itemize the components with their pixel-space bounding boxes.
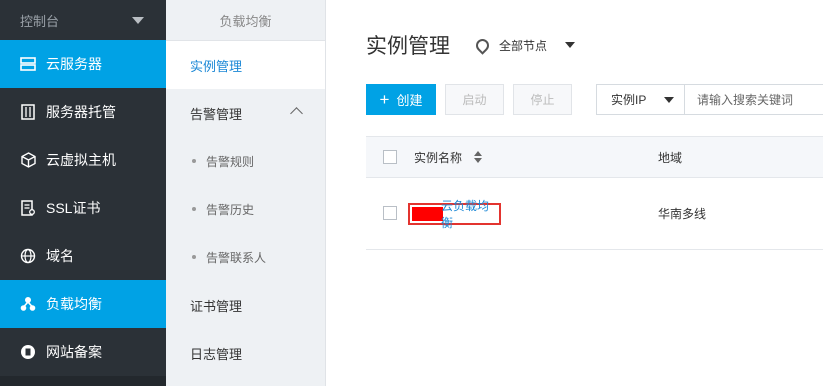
filter-select[interactable]: 实例IP bbox=[597, 85, 685, 114]
sub-nav-child-label: 告警历史 bbox=[206, 202, 255, 217]
table-header: 实例名称 地域 bbox=[366, 136, 823, 178]
create-label: 创建 bbox=[396, 93, 423, 108]
sub-nav-cert[interactable]: 证书管理 bbox=[166, 281, 325, 329]
sub-nav-child-label: 告警联系人 bbox=[206, 250, 267, 265]
redaction-block bbox=[412, 207, 443, 221]
search-input[interactable] bbox=[685, 91, 823, 108]
sort-icon[interactable] bbox=[474, 151, 483, 163]
console-title: 控制台 bbox=[20, 13, 60, 29]
globe-icon bbox=[20, 248, 36, 264]
sidebar-item-label: 负载均衡 bbox=[46, 296, 102, 312]
sidebar-item-virtual-host[interactable]: 云虚拟主机 bbox=[0, 136, 166, 184]
chevron-down-icon bbox=[565, 42, 576, 48]
sidebar-item-label: 域名 bbox=[46, 248, 74, 264]
sub-nav-alarm-contacts[interactable]: 告警联系人 bbox=[166, 233, 325, 281]
start-button[interactable]: 启动 bbox=[445, 84, 504, 115]
sub-nav-log[interactable]: 日志管理 bbox=[166, 329, 325, 377]
row-checkbox[interactable] bbox=[383, 206, 397, 220]
sidebar-item-label: SSL证书 bbox=[46, 200, 101, 216]
sidebar-item-label: 网站备案 bbox=[46, 344, 102, 360]
sidebar-item-domain[interactable]: 域名 bbox=[0, 232, 166, 280]
load-balancer-icon bbox=[20, 296, 36, 312]
sub-nav-alarm-label: 告警管理 bbox=[190, 106, 243, 122]
record-icon bbox=[20, 344, 36, 360]
main-content: 实例管理 全部节点 + 创建 启动 停止 实例IP 实例名称 地域 bbox=[326, 0, 823, 386]
cube-icon bbox=[20, 152, 36, 168]
location-label: 全部节点 bbox=[499, 38, 548, 53]
column-header-region: 地域 bbox=[658, 150, 683, 165]
location-selector[interactable]: 全部节点 bbox=[473, 35, 576, 55]
location-pin-icon bbox=[473, 35, 492, 55]
chevron-up-icon bbox=[290, 107, 303, 120]
sub-nav-instance[interactable]: 实例管理 bbox=[166, 41, 325, 89]
search-bar: 实例IP bbox=[596, 84, 823, 115]
sub-navigation: 负载均衡 实例管理 告警管理 告警规则 告警历史 告警联系人 证书管理 日志管理 bbox=[166, 0, 326, 386]
sidebar-item-cloud-server[interactable]: 云服务器 bbox=[0, 40, 166, 88]
table-row: 云负载均衡 华南多线 bbox=[366, 177, 823, 250]
select-all-checkbox[interactable] bbox=[383, 150, 397, 164]
sub-nav-child-label: 告警规则 bbox=[206, 154, 255, 169]
highlighted-instance-name: 云负载均衡 bbox=[408, 199, 501, 230]
page-title: 实例管理 bbox=[366, 35, 450, 58]
create-button[interactable]: + 创建 bbox=[366, 84, 436, 115]
sidebar-item-load-balancer[interactable]: 负载均衡 bbox=[0, 280, 166, 328]
bullet-icon bbox=[192, 255, 196, 259]
bullet-icon bbox=[192, 207, 196, 211]
sub-nav-alarm-rules[interactable]: 告警规则 bbox=[166, 137, 325, 185]
server-icon bbox=[20, 56, 36, 72]
rack-icon bbox=[20, 104, 36, 120]
console-sidebar: 控制台 云服务器 服务器托管 云虚拟主机 SSL证书 域名 负载均衡 网站备案 bbox=[0, 0, 166, 386]
certificate-icon bbox=[20, 200, 36, 216]
sidebar-footer bbox=[0, 376, 166, 386]
title-row: 实例管理 全部节点 bbox=[366, 30, 576, 60]
sub-nav-alarm-history[interactable]: 告警历史 bbox=[166, 185, 325, 233]
sub-nav-alarm[interactable]: 告警管理 bbox=[166, 89, 325, 137]
sidebar-item-label: 云服务器 bbox=[46, 56, 102, 72]
stop-button[interactable]: 停止 bbox=[513, 84, 572, 115]
filter-select-value: 实例IP bbox=[611, 93, 647, 107]
column-header-label: 实例名称 bbox=[414, 150, 463, 165]
sidebar-item-ssl[interactable]: SSL证书 bbox=[0, 184, 166, 232]
sidebar-item-icp[interactable]: 网站备案 bbox=[0, 328, 166, 376]
instance-region: 华南多线 bbox=[658, 206, 707, 221]
instance-name-link[interactable]: 云负载均衡 bbox=[441, 197, 499, 231]
chevron-down-icon bbox=[664, 96, 674, 103]
bullet-icon bbox=[192, 159, 196, 163]
sub-nav-title: 负载均衡 bbox=[166, 0, 325, 41]
toolbar: + 创建 启动 停止 实例IP bbox=[366, 84, 823, 115]
sidebar-item-label: 服务器托管 bbox=[46, 104, 116, 120]
plus-icon: + bbox=[379, 90, 390, 109]
sidebar-item-label: 云虚拟主机 bbox=[46, 152, 116, 168]
console-switcher[interactable]: 控制台 bbox=[0, 0, 166, 40]
chevron-down-icon bbox=[132, 16, 144, 24]
column-header-name[interactable]: 实例名称 bbox=[414, 149, 483, 166]
sidebar-item-hosting[interactable]: 服务器托管 bbox=[0, 88, 166, 136]
